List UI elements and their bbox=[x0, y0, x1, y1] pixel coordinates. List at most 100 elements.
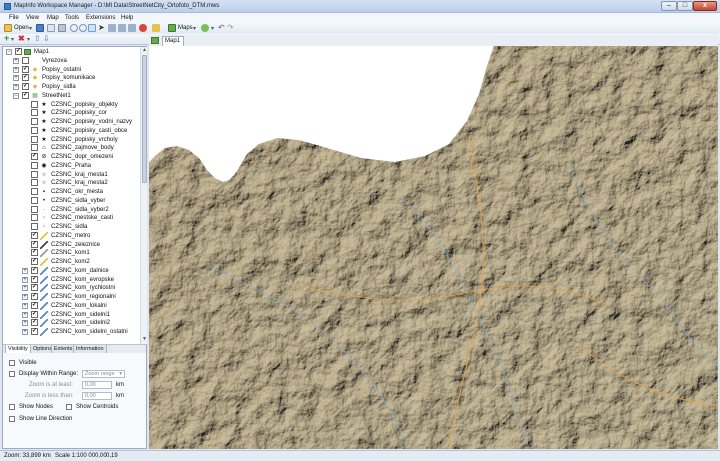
close-window-button[interactable]: x bbox=[693, 1, 717, 11]
tree-layer-row[interactable]: + ✓ ◈ Popisy_komunikace bbox=[3, 74, 140, 82]
maximize-button[interactable]: □ bbox=[677, 1, 693, 11]
tree-layer-row[interactable]: ✓ CZSNC_kom1 bbox=[3, 249, 140, 258]
layer-checkbox[interactable]: ✓ bbox=[31, 319, 38, 327]
layer-checkbox[interactable]: ✓ bbox=[22, 83, 29, 90]
zoom-less-input[interactable]: 0,00 bbox=[82, 392, 112, 400]
layer-checkbox[interactable] bbox=[31, 118, 38, 125]
tree-layer-row[interactable]: ⌂ CZSNC_zajmove_body bbox=[3, 144, 140, 152]
expand-icon[interactable]: + bbox=[22, 285, 28, 292]
maps-button-label[interactable]: Maps bbox=[178, 25, 193, 31]
show-line-direction-checkbox[interactable] bbox=[9, 416, 15, 422]
tree-layer-row[interactable]: − ✓ ▦ StreetNet1 bbox=[3, 91, 140, 100]
select-arrow-icon[interactable]: ➤ bbox=[98, 24, 106, 32]
tree-layer-row[interactable]: ◦ CZSNC_mestske_casti bbox=[3, 214, 140, 222]
tree-scrollbar[interactable]: ▲ ▼ bbox=[140, 47, 147, 344]
layer-checkbox[interactable]: ✓ bbox=[31, 310, 38, 318]
menu-tools[interactable]: Tools bbox=[65, 15, 79, 21]
tree-layer-row[interactable]: ✓ CZSNC_zeleznice bbox=[3, 240, 140, 249]
minimize-button[interactable]: – bbox=[661, 1, 677, 11]
save-as-icon[interactable] bbox=[47, 24, 55, 32]
menu-view[interactable]: View bbox=[26, 15, 39, 21]
layer-checkbox[interactable] bbox=[31, 205, 38, 213]
layer-checkbox[interactable]: ✓ bbox=[31, 275, 38, 283]
map-view[interactable] bbox=[149, 46, 718, 449]
layer-checkbox[interactable] bbox=[31, 223, 38, 230]
layer-checkbox[interactable] bbox=[31, 144, 38, 152]
layer-checkbox[interactable] bbox=[31, 170, 38, 178]
tree-layer-row[interactable]: + ✓ CZSNC_kom_rychlostni bbox=[3, 284, 140, 293]
stop-icon[interactable] bbox=[139, 24, 147, 32]
layer-checkbox[interactable]: ✓ bbox=[31, 284, 38, 292]
tree-layer-row[interactable]: ◦ CZSNC_sidla bbox=[3, 223, 140, 231]
show-nodes-checkbox[interactable] bbox=[9, 404, 15, 410]
open-dropdown-icon[interactable]: ▾ bbox=[29, 25, 32, 32]
refresh-dropdown-icon[interactable]: ▾ bbox=[211, 25, 214, 32]
expand-icon[interactable]: + bbox=[13, 57, 19, 64]
layer-checkbox[interactable]: ✓ bbox=[31, 301, 38, 309]
layer-checkbox[interactable]: ✓ bbox=[31, 328, 38, 335]
tree-layer-row[interactable]: + ✓ CZSNC_kom_sidelni2 bbox=[3, 319, 140, 328]
layer-checkbox[interactable]: ✓ bbox=[15, 48, 22, 55]
expand-icon[interactable]: + bbox=[22, 311, 28, 318]
add-layer-icon[interactable]: + bbox=[4, 33, 9, 43]
zoom-at-least-input[interactable]: 0,00 bbox=[82, 381, 112, 389]
menu-extensions[interactable]: Extensions bbox=[86, 15, 115, 21]
tree-layer-row[interactable]: + ✓ ◈ Popisy_sidla bbox=[3, 83, 140, 91]
move-down-icon[interactable]: ⇩ bbox=[43, 34, 50, 43]
menu-file[interactable]: File bbox=[9, 15, 19, 21]
undo-icon[interactable]: ↶ bbox=[218, 23, 225, 32]
expand-icon[interactable]: + bbox=[13, 84, 19, 90]
menu-help[interactable]: Help bbox=[121, 15, 133, 21]
layer-checkbox[interactable]: ✓ bbox=[31, 153, 38, 160]
layer-checkbox[interactable]: ✓ bbox=[22, 91, 29, 99]
zoom-in-icon[interactable] bbox=[70, 24, 78, 32]
tab-map1[interactable]: Map1 bbox=[162, 36, 184, 46]
add-dropdown-icon[interactable]: ▾ bbox=[11, 36, 14, 43]
tree-layer-row[interactable]: + ✓ CZSNC_kom_dalnice bbox=[3, 266, 140, 275]
expand-icon[interactable]: + bbox=[22, 276, 28, 283]
info-tool-icon[interactable] bbox=[108, 24, 116, 32]
collapse-icon[interactable]: − bbox=[6, 49, 12, 55]
tree-layer-row[interactable]: ★ CZSNC_popisky_casti_obce bbox=[3, 126, 140, 135]
expand-icon[interactable]: + bbox=[22, 302, 28, 309]
maps-dropdown-icon[interactable]: ▾ bbox=[193, 25, 196, 32]
open-folder-icon[interactable] bbox=[4, 24, 12, 32]
tree-layer-row[interactable]: ✓ CZSNC_metro bbox=[3, 231, 140, 240]
redo-icon[interactable]: ↷ bbox=[227, 23, 234, 32]
layer-checkbox[interactable]: ✓ bbox=[31, 231, 38, 239]
remove-dropdown-icon[interactable]: ▾ bbox=[27, 36, 30, 43]
tree-layer-row[interactable]: + ✓ CZSNC_kom_evropske bbox=[3, 275, 140, 284]
collapse-icon[interactable]: − bbox=[13, 92, 19, 99]
print-icon[interactable] bbox=[58, 24, 66, 32]
open-button-label[interactable]: Open bbox=[14, 25, 29, 31]
tree-layer-row[interactable]: + Vyrezova bbox=[3, 56, 140, 65]
tree-layer-row[interactable]: + ✓ CZSNC_kom_lokalni bbox=[3, 301, 140, 310]
tree-layer-row[interactable]: · CZSNC_sidla_vyber2 bbox=[3, 205, 140, 214]
tree-layer-row[interactable]: + ✓ CZSNC_kom_regionalni bbox=[3, 293, 140, 301]
layer-checkbox[interactable]: ✓ bbox=[22, 74, 29, 82]
tree-layer-row[interactable]: + ✓ ◈ Popisy_ostatni bbox=[3, 65, 140, 74]
tree-layer-row[interactable]: ○ CZSNC_kraj_mesta1 bbox=[3, 170, 140, 179]
tree-layer-row[interactable]: ★ CZSNC_popisky_vodni_nazvy bbox=[3, 118, 140, 126]
refresh-icon[interactable] bbox=[201, 24, 209, 32]
layer-checkbox[interactable] bbox=[31, 100, 38, 108]
tree-layer-row[interactable]: ★ CZSNC_popisky_objekty bbox=[3, 100, 140, 109]
layer-control-icon[interactable] bbox=[152, 24, 160, 32]
display-range-checkbox[interactable] bbox=[9, 371, 15, 377]
expand-icon[interactable]: + bbox=[13, 75, 19, 82]
scroll-down-icon[interactable]: ▼ bbox=[141, 336, 148, 343]
zoom-range-select[interactable]: Zoom range ▾ bbox=[82, 370, 125, 378]
maps-icon[interactable] bbox=[168, 24, 176, 32]
layer-checkbox[interactable]: ✓ bbox=[31, 240, 38, 248]
move-up-icon[interactable]: ⇧ bbox=[34, 34, 41, 43]
layer-checkbox[interactable]: ✓ bbox=[22, 65, 29, 73]
layer-checkbox[interactable]: ✓ bbox=[31, 258, 38, 265]
layer-checkbox[interactable] bbox=[31, 196, 38, 204]
layer-checkbox[interactable]: ✓ bbox=[31, 293, 38, 300]
tree-layer-row[interactable]: ✓ ⊘ CZSNC_dopr_omezeni bbox=[3, 153, 140, 161]
layer-checkbox[interactable]: ✓ bbox=[31, 266, 38, 274]
layer-checkbox[interactable] bbox=[31, 214, 38, 222]
layer-checkbox[interactable] bbox=[31, 109, 38, 117]
tree-layer-row[interactable]: ○ CZSNC_kraj_mesta2 bbox=[3, 179, 140, 187]
tree-layer-row[interactable]: ◉ CZSNC_Praha bbox=[3, 161, 140, 170]
